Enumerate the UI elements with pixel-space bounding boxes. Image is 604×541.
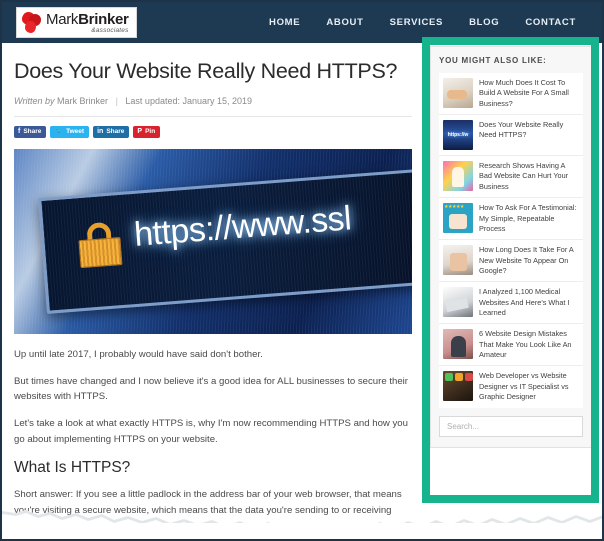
- related-post-title: Does Your Website Really Need HTTPS?: [479, 120, 564, 140]
- red-blob-logo-icon: [22, 12, 42, 34]
- list-item[interactable]: How Long Does It Take For A New Website …: [439, 240, 583, 283]
- related-post-title: I Analyzed 1,100 Medical Websites And He…: [479, 287, 570, 318]
- main-navigation: HOME ABOUT SERVICES BLOG CONTACT: [269, 17, 590, 28]
- thumbnail-image: [443, 203, 473, 234]
- twitter-icon: 🐦: [54, 128, 64, 136]
- hero-url-text: https://www.ssl: [132, 199, 353, 254]
- list-item[interactable]: Research Shows Having A Bad Website Can …: [439, 156, 583, 199]
- share-facebook-label: Share: [23, 128, 42, 136]
- share-linkedin-button[interactable]: in Share: [93, 125, 130, 138]
- related-post-title: 6 Website Design Mistakes That Make You …: [479, 329, 572, 360]
- nav-item-blog[interactable]: BLOG: [469, 17, 499, 28]
- nav-item-about[interactable]: ABOUT: [326, 17, 363, 28]
- written-by-label: Written by: [14, 95, 55, 106]
- nav-item-services[interactable]: SERVICES: [390, 17, 443, 28]
- padlock-icon: [77, 221, 123, 268]
- thumbnail-image: [443, 245, 473, 276]
- thumbnail-image: [443, 161, 473, 192]
- logo-tagline: &associates: [91, 26, 129, 34]
- list-item[interactable]: How Much Does It Cost To Build A Website…: [439, 73, 583, 116]
- sidebar-title: YOU MIGHT ALSO LIKE:: [439, 56, 547, 65]
- related-post-title: Web Developer vs Website Designer vs IT …: [479, 371, 569, 402]
- thumbnail-image: [443, 287, 473, 318]
- related-post-title: How To Ask For A Testimonial: My Simple,…: [479, 203, 577, 233]
- thumbnail-image: [443, 120, 473, 151]
- list-item[interactable]: I Analyzed 1,100 Medical Websites And He…: [439, 282, 583, 325]
- logo-name-light: Mark: [46, 10, 79, 28]
- site-header: MarkBrinker &associates HOME ABOUT SERVI…: [2, 2, 602, 43]
- section-heading: What Is HTTPS?: [14, 458, 131, 476]
- thumbnail-image: [443, 78, 473, 108]
- related-post-title: Research Shows Having A Bad Website Can …: [479, 161, 569, 191]
- search-input[interactable]: [439, 415, 583, 437]
- pinterest-icon: P: [137, 128, 143, 136]
- related-posts-list: How Much Does It Cost To Build A Website…: [439, 73, 583, 408]
- list-item[interactable]: 6 Website Design Mistakes That Make You …: [439, 324, 583, 367]
- page-title: Does Your Website Really Need HTTPS?: [14, 59, 398, 83]
- article-column: Does Your Website Really Need HTTPS? Wri…: [2, 43, 422, 530]
- thumbnail-image: [443, 371, 473, 402]
- related-post-title: How Much Does It Cost To Build A Website…: [479, 78, 569, 108]
- byline-separator: |: [115, 95, 118, 106]
- site-logo[interactable]: MarkBrinker &associates: [16, 7, 137, 38]
- logo-text: MarkBrinker &associates: [46, 12, 129, 35]
- share-pinterest-button[interactable]: P Pin: [133, 125, 161, 138]
- logo-name-bold: Brinker: [78, 10, 129, 28]
- share-pinterest-label: Pin: [145, 128, 156, 136]
- linkedin-icon: in: [97, 128, 104, 136]
- article-paragraph: Short answer: If you see a little padloc…: [14, 488, 402, 516]
- article-byline: Written by Mark Brinker | Last updated: …: [14, 96, 412, 117]
- article-paragraph: But times have changed and I now believe…: [14, 375, 408, 403]
- sidebar-you-might-also-like: YOU MIGHT ALSO LIKE: How Much Does It Co…: [430, 46, 592, 448]
- last-updated-date: Last updated: January 15, 2019: [125, 95, 253, 106]
- article-body: Up until late 2017, I probably would hav…: [14, 347, 414, 519]
- share-facebook-button[interactable]: f Share: [14, 125, 47, 138]
- author-name: Mark Brinker: [57, 95, 109, 106]
- share-twitter-label: Tweet: [66, 128, 85, 136]
- list-item[interactable]: Web Developer vs Website Designer vs IT …: [439, 366, 583, 408]
- hero-image: https://www.ssl: [14, 148, 412, 334]
- list-item[interactable]: Does Your Website Really Need HTTPS?: [439, 115, 583, 157]
- thumbnail-image: [443, 329, 473, 360]
- article-paragraph: Up until late 2017, I probably would hav…: [14, 348, 263, 360]
- article-paragraph: Let's take a look at what exactly HTTPS …: [14, 418, 408, 446]
- list-item[interactable]: How To Ask For A Testimonial: My Simple,…: [439, 198, 583, 241]
- page-root: MarkBrinker &associates HOME ABOUT SERVI…: [0, 0, 604, 541]
- share-linkedin-label: Share: [106, 128, 125, 136]
- facebook-icon: f: [18, 128, 21, 136]
- nav-item-contact[interactable]: CONTACT: [525, 17, 576, 28]
- nav-item-home[interactable]: HOME: [269, 17, 300, 28]
- related-post-title: How Long Does It Take For A New Website …: [479, 245, 574, 275]
- social-share-row: f Share 🐦 Tweet in Share P Pin: [14, 125, 412, 138]
- sidebar-search: [439, 415, 583, 437]
- share-twitter-button[interactable]: 🐦 Tweet: [50, 125, 90, 138]
